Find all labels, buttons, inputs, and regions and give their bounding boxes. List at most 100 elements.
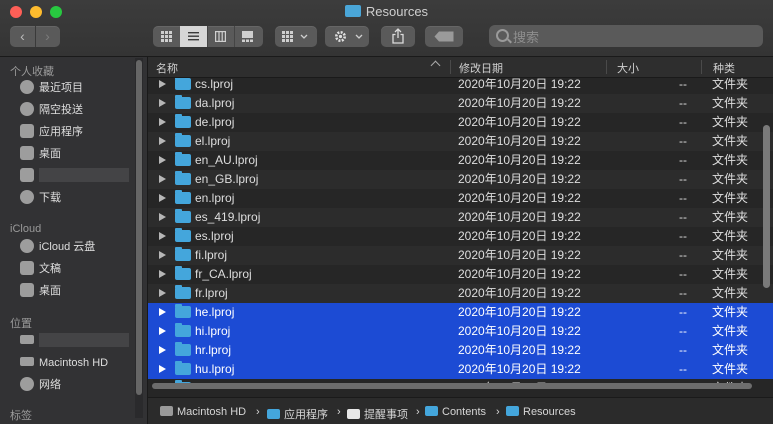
- table-row[interactable]: da.lproj 2020年10月20日 19:22 -- 文件夹: [148, 94, 773, 113]
- table-row[interactable]: fi.lproj 2020年10月20日 19:22 -- 文件夹: [148, 246, 773, 265]
- file-kind: 文件夹: [712, 343, 749, 357]
- vertical-scroll-thumb[interactable]: [763, 125, 770, 288]
- file-size: --: [679, 267, 687, 281]
- forward-button[interactable]: ›: [35, 26, 60, 47]
- path-item[interactable]: 应用程序: [267, 406, 328, 422]
- sidebar-item-home[interactable]: [20, 166, 129, 186]
- path-item[interactable]: 提醒事项: [347, 406, 408, 422]
- gallery-view-button[interactable]: [234, 26, 261, 47]
- path-item[interactable]: Resources: [506, 406, 576, 418]
- column-divider[interactable]: [450, 60, 451, 74]
- vertical-scrollbar[interactable]: [761, 78, 771, 383]
- table-row[interactable]: fr.lproj 2020年10月20日 19:22 -- 文件夹: [148, 284, 773, 303]
- list-view-button[interactable]: [180, 26, 208, 47]
- folder-icon: [175, 304, 191, 318]
- column-divider[interactable]: [701, 60, 702, 74]
- column-divider[interactable]: [606, 60, 607, 74]
- column-view-button[interactable]: [207, 26, 235, 47]
- tags-button[interactable]: [425, 26, 463, 47]
- sidebar-scroll-thumb[interactable]: [136, 60, 142, 395]
- table-row[interactable]: hu.lproj 2020年10月20日 19:22 -- 文件夹: [148, 360, 773, 379]
- sidebar-scrollbar[interactable]: [135, 58, 143, 418]
- sidebar-item-network[interactable]: 网络: [20, 375, 61, 395]
- disclosure-triangle-icon[interactable]: [159, 156, 166, 164]
- column-header-size[interactable]: 大小: [617, 60, 639, 76]
- disclosure-triangle-icon[interactable]: [159, 232, 166, 240]
- disclosure-triangle-icon[interactable]: [159, 137, 166, 145]
- sidebar-item-label: 下载: [39, 192, 61, 204]
- toolbar: Resources ‹ ›: [0, 0, 773, 57]
- sidebar-item-airdrop[interactable]: 隔空投送: [20, 100, 83, 120]
- disclosure-triangle-icon[interactable]: [159, 270, 166, 278]
- sidebar-item-icloud-drive[interactable]: iCloud 云盘: [20, 237, 95, 257]
- table-row[interactable]: hr.lproj 2020年10月20日 19:22 -- 文件夹: [148, 341, 773, 360]
- disclosure-triangle-icon[interactable]: [159, 99, 166, 107]
- table-row[interactable]: el.lproj 2020年10月20日 19:22 -- 文件夹: [148, 132, 773, 151]
- path-separator: ›: [416, 406, 420, 418]
- disclosure-triangle-icon[interactable]: [159, 213, 166, 221]
- disclosure-triangle-icon[interactable]: [159, 118, 166, 126]
- sort-ascending-icon: [430, 60, 441, 71]
- sidebar-item-downloads[interactable]: 下载: [20, 188, 61, 208]
- action-menu-button[interactable]: [325, 26, 369, 47]
- sidebar-item-macintosh-hd[interactable]: Macintosh HD: [20, 353, 108, 373]
- disclosure-triangle-icon[interactable]: [159, 289, 166, 297]
- horizontal-scroll-thumb[interactable]: [152, 383, 752, 389]
- table-row[interactable]: en_GB.lproj 2020年10月20日 19:22 -- 文件夹: [148, 170, 773, 189]
- disclosure-triangle-icon[interactable]: [159, 194, 166, 202]
- path-item-label: 提醒事项: [364, 409, 408, 421]
- table-row[interactable]: he.lproj 2020年10月20日 19:22 -- 文件夹: [148, 303, 773, 322]
- table-row[interactable]: hi.lproj 2020年10月20日 19:22 -- 文件夹: [148, 322, 773, 341]
- folder-icon: [175, 133, 191, 147]
- column-header-name[interactable]: 名称: [156, 60, 178, 76]
- column-header-date[interactable]: 修改日期: [459, 60, 503, 76]
- disclosure-triangle-icon[interactable]: [159, 308, 166, 316]
- sidebar-item-desktop[interactable]: 桌面: [20, 144, 61, 164]
- disclosure-triangle-icon[interactable]: [159, 175, 166, 183]
- file-name: es.lproj: [195, 229, 234, 243]
- disclosure-triangle-icon[interactable]: [159, 251, 166, 259]
- sidebar-item-documents[interactable]: 文稿: [20, 259, 61, 279]
- table-row[interactable]: fr_CA.lproj 2020年10月20日 19:22 -- 文件夹: [148, 265, 773, 284]
- share-button[interactable]: [381, 26, 415, 47]
- sidebar-item-computer[interactable]: [20, 331, 129, 351]
- table-row[interactable]: es_419.lproj 2020年10月20日 19:22 -- 文件夹: [148, 208, 773, 227]
- file-date: 2020年10月20日 19:22: [458, 210, 581, 224]
- file-size: --: [679, 96, 687, 110]
- path-item-label: Macintosh HD: [177, 406, 247, 418]
- horizontal-scrollbar[interactable]: [152, 382, 756, 390]
- table-row[interactable]: en.lproj 2020年10月20日 19:22 -- 文件夹: [148, 189, 773, 208]
- sidebar-item-recents[interactable]: 最近项目: [20, 78, 83, 98]
- table-row[interactable]: de.lproj 2020年10月20日 19:22 -- 文件夹: [148, 113, 773, 132]
- search-field[interactable]: [489, 25, 763, 48]
- path-bar: Macintosh HD › 应用程序 › 提醒事项 › Contents › …: [148, 397, 773, 424]
- table-row[interactable]: cs.lproj 2020年10月20日 19:22 -- 文件夹: [148, 78, 773, 94]
- column-header-kind[interactable]: 种类: [713, 60, 735, 76]
- disclosure-triangle-icon[interactable]: [159, 80, 166, 88]
- search-input[interactable]: [511, 26, 755, 48]
- sidebar-section-icloud: iCloud: [10, 223, 42, 235]
- file-date: 2020年10月20日 19:22: [458, 134, 581, 148]
- file-name: da.lproj: [195, 96, 235, 110]
- path-item[interactable]: Macintosh HD: [160, 406, 246, 418]
- table-row[interactable]: es.lproj 2020年10月20日 19:22 -- 文件夹: [148, 227, 773, 246]
- table-row[interactable]: en_AU.lproj 2020年10月20日 19:22 -- 文件夹: [148, 151, 773, 170]
- folder-icon: [175, 171, 191, 185]
- disclosure-triangle-icon[interactable]: [159, 365, 166, 373]
- file-size: --: [679, 362, 687, 376]
- grid-icon: [161, 31, 172, 42]
- back-button[interactable]: ‹: [10, 26, 36, 47]
- icon-view-button[interactable]: [153, 26, 181, 47]
- gallery-icon: [242, 31, 253, 42]
- file-name: fr_CA.lproj: [195, 267, 252, 281]
- folder-icon: [175, 152, 191, 166]
- sidebar-item-applications[interactable]: 应用程序: [20, 122, 83, 142]
- path-item[interactable]: Contents: [425, 406, 486, 418]
- disclosure-triangle-icon[interactable]: [159, 327, 166, 335]
- file-date: 2020年10月20日 19:22: [458, 343, 581, 357]
- group-by-button[interactable]: [275, 26, 317, 47]
- file-kind: 文件夹: [712, 134, 749, 148]
- sidebar-item-icloud-desktop[interactable]: 桌面: [20, 281, 61, 301]
- disclosure-triangle-icon[interactable]: [159, 346, 166, 354]
- sidebar-item-label: Macintosh HD: [39, 357, 109, 369]
